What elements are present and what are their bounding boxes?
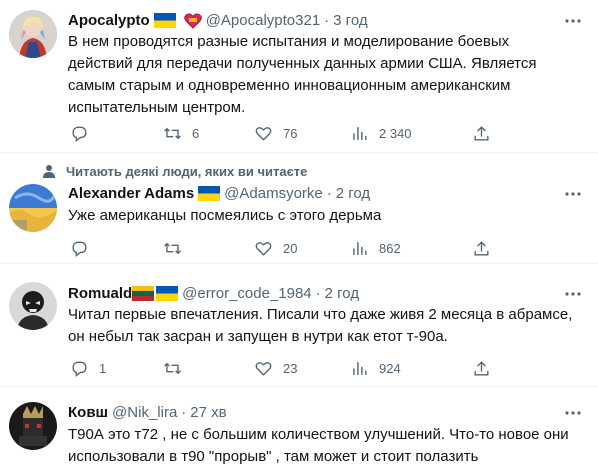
reply-button[interactable] xyxy=(70,123,99,143)
action-bar: 1 23 924 xyxy=(60,358,500,378)
avatar[interactable] xyxy=(9,402,57,450)
tweet-text-line: самым старым и одновременно инновационны… xyxy=(68,77,511,94)
ukraine-flag-icon xyxy=(153,12,176,28)
views-icon xyxy=(353,126,367,140)
retweet-button[interactable] xyxy=(163,358,192,378)
reply-icon xyxy=(72,240,87,257)
retweet-icon xyxy=(164,242,181,254)
like-count: 23 xyxy=(283,360,298,376)
retweet-icon xyxy=(164,362,181,374)
user-handle[interactable]: @Apocalypto321 xyxy=(206,12,320,29)
social-context: Читають деякі люди, яких ви читаєте xyxy=(42,162,307,180)
tweet-header: Romuald @error_code_1984 · 2 год xyxy=(68,283,359,303)
action-bar: 6 76 2 340 xyxy=(60,123,500,143)
tweet-text-line: действий для передачи полученных данных … xyxy=(68,55,537,72)
user-handle[interactable]: @Adamsyorke xyxy=(224,185,323,202)
display-name[interactable]: Romuald xyxy=(68,285,132,302)
separator-dot: · xyxy=(315,284,321,302)
reply-icon xyxy=(72,125,87,142)
tweet-text-line: использовали в т90 "прорыв" , там может … xyxy=(68,448,479,465)
lithuania-flag-icon xyxy=(132,285,155,301)
avatar[interactable] xyxy=(9,10,57,58)
share-button[interactable] xyxy=(472,358,491,378)
tweet-text: Читал первые впечатления. Писали что даж… xyxy=(68,304,583,348)
more-icon[interactable] xyxy=(564,12,582,30)
avatar[interactable] xyxy=(9,184,57,232)
like-count: 76 xyxy=(283,125,298,141)
like-button[interactable]: 23 xyxy=(254,358,297,378)
tweet-text-line: Уже американцы посмеялись с этого дерьма xyxy=(68,207,382,224)
more-icon[interactable] xyxy=(564,285,582,303)
tweet-text-line: Т90А это т72 , не с большим количеством … xyxy=(68,426,569,443)
share-icon xyxy=(474,125,489,141)
tweet[interactable]: Читають деякі люди, яких ви читаєте Alex… xyxy=(0,153,598,263)
views-button[interactable]: 924 xyxy=(350,358,401,378)
more-icon[interactable] xyxy=(564,404,582,422)
retweet-button[interactable]: 6 xyxy=(163,123,199,143)
tweet-text: Уже американцы посмеялись с этого дерьма xyxy=(68,205,583,227)
display-name[interactable]: Apocalypto xyxy=(68,12,150,29)
views-button[interactable]: 2 340 xyxy=(350,123,412,143)
like-button[interactable]: 20 xyxy=(254,238,297,258)
social-context-text: Читають деякі люди, яких ви читаєте xyxy=(66,163,308,179)
retweet-button[interactable] xyxy=(163,238,192,258)
like-icon xyxy=(255,241,272,256)
views-icon xyxy=(353,241,367,255)
tweet[interactable]: Apocalypto @Apocalypto321 · 3 год В нем … xyxy=(0,0,598,152)
like-icon xyxy=(255,361,272,376)
action-bar: 20 862 xyxy=(60,238,500,258)
timestamp[interactable]: 2 год xyxy=(336,185,370,202)
heart-icon xyxy=(183,13,202,29)
tweet-header: Alexander Adams @Adamsyorke · 2 год xyxy=(68,183,370,203)
views-count: 924 xyxy=(379,360,401,376)
views-button[interactable]: 862 xyxy=(350,238,401,258)
tweet-header: Ковш @Nik_lira · 27 хв xyxy=(68,402,227,422)
tweet-header: Apocalypto @Apocalypto321 · 3 год xyxy=(68,10,368,30)
separator-dot: · xyxy=(324,11,330,29)
separator-dot: · xyxy=(181,403,187,421)
views-count: 862 xyxy=(379,240,401,256)
share-icon xyxy=(474,360,489,376)
retweet-count: 6 xyxy=(192,125,200,141)
share-button[interactable] xyxy=(472,123,491,143)
more-icon[interactable] xyxy=(564,185,582,203)
timestamp[interactable]: 2 год xyxy=(325,285,359,302)
display-name[interactable]: Alexander Adams xyxy=(68,185,194,202)
reply-icon xyxy=(72,360,87,377)
ukraine-flag-icon xyxy=(198,185,221,201)
display-name[interactable]: Ковш xyxy=(68,404,108,421)
views-count: 2 340 xyxy=(379,125,412,141)
ukraine-flag-icon xyxy=(156,285,179,301)
avatar[interactable] xyxy=(9,282,57,330)
tweet-text: Т90А это т72 , не с большим количеством … xyxy=(68,424,583,468)
tweet[interactable]: Ковш @Nik_lira · 27 хв Т90А это т72 , не… xyxy=(0,387,598,472)
tweet-text-line: испытательным центром. xyxy=(68,99,246,116)
views-icon xyxy=(353,361,367,375)
reply-button[interactable]: 1 xyxy=(70,358,106,378)
tweet-text-line: В нем проводятся разные испытания и моде… xyxy=(68,33,510,50)
reply-count: 1 xyxy=(99,360,107,376)
tweet-text-line: он небыл так засран и запущен в нутри ка… xyxy=(68,328,448,345)
person-icon xyxy=(43,165,55,178)
share-icon xyxy=(474,240,489,256)
timestamp[interactable]: 27 хв xyxy=(190,404,226,421)
user-handle[interactable]: @Nik_lira xyxy=(112,404,177,421)
reply-button[interactable] xyxy=(70,238,99,258)
like-icon xyxy=(255,126,272,141)
user-handle[interactable]: @error_code_1984 xyxy=(182,285,311,302)
tweet-text-line: Читал первые впечатления. Писали что даж… xyxy=(68,306,573,323)
timestamp[interactable]: 3 год xyxy=(333,12,367,29)
like-count: 20 xyxy=(283,240,298,256)
like-button[interactable]: 76 xyxy=(254,123,297,143)
tweet-text: В нем проводятся разные испытания и моде… xyxy=(68,31,583,119)
separator-dot: · xyxy=(326,184,332,202)
tweet[interactable]: Romuald @error_code_1984 · 2 год Читал п… xyxy=(0,264,598,386)
share-button[interactable] xyxy=(472,238,491,258)
retweet-icon xyxy=(164,127,181,139)
